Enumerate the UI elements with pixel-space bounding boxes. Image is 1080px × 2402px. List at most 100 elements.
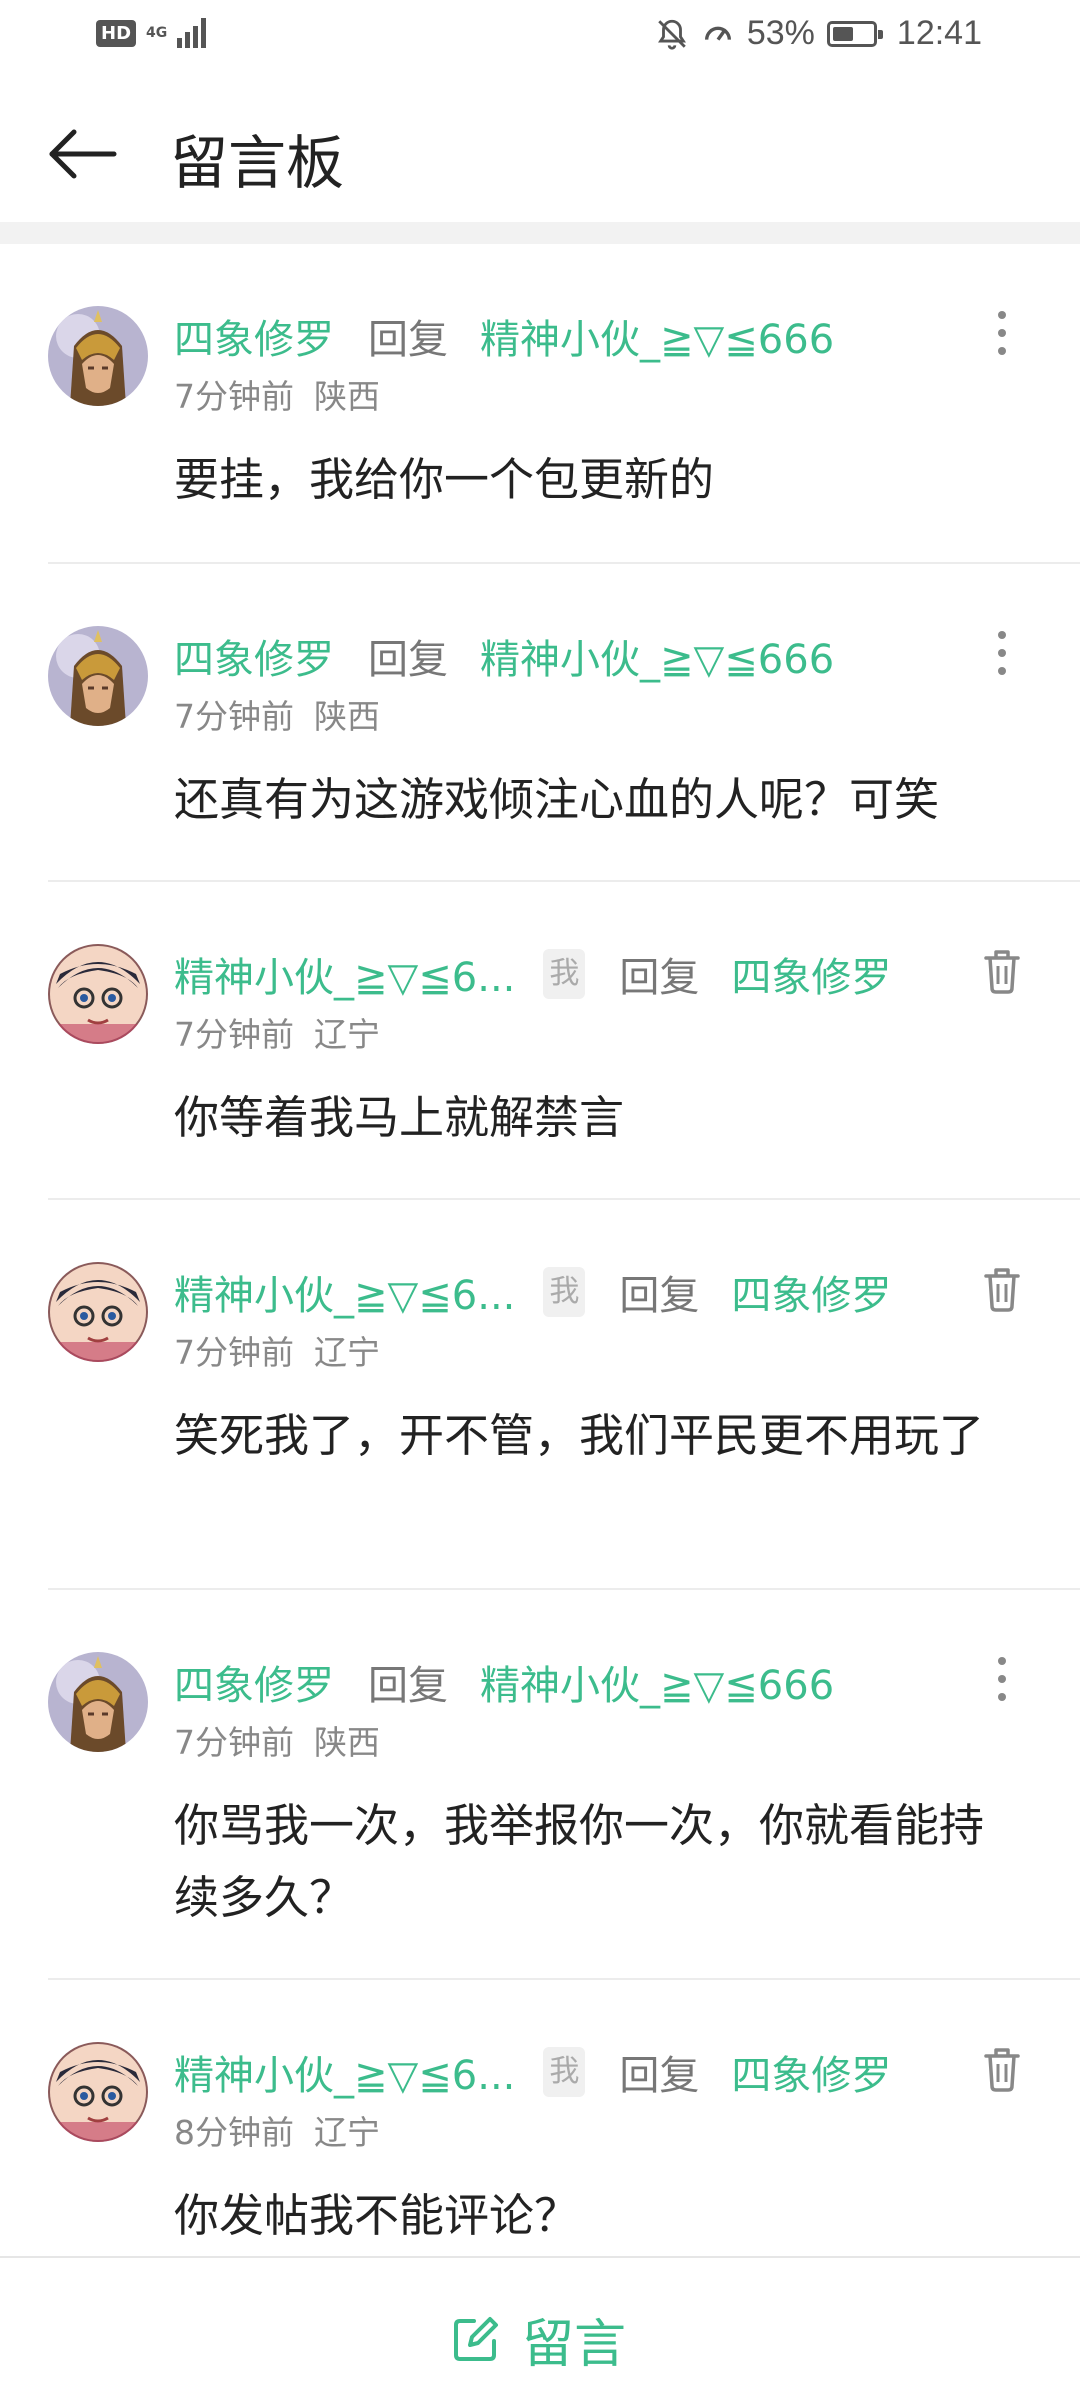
comment-region: 辽宁: [314, 2113, 380, 2152]
me-badge: 我: [543, 1267, 586, 1317]
author-name[interactable]: 精神小伙_≧▽≦6...: [174, 2043, 515, 2101]
reply-target-name[interactable]: 精神小伙_≧▽≦666: [480, 627, 834, 685]
comment-region: 辽宁: [314, 1015, 380, 1054]
edit-icon: [454, 2316, 498, 2361]
battery-icon: [826, 20, 883, 47]
comment-region: 辽宁: [314, 1333, 380, 1372]
battery-percent: 53%: [746, 14, 815, 52]
reply-target-name[interactable]: 四象修罗: [731, 1263, 891, 1321]
status-bar: HD 4G 53% 12:41: [0, 0, 1080, 78]
signal-icon: [177, 18, 207, 48]
reply-label: 回复: [368, 637, 448, 683]
comment-header: 四象修罗 回复 精神小伙_≧▽≦666: [174, 308, 834, 364]
battery-fill: [832, 26, 853, 41]
comment-header: 四象修罗 回复 精神小伙_≧▽≦666: [174, 628, 834, 684]
app-header: 留言板: [0, 78, 1080, 223]
author-name[interactable]: 四象修罗: [174, 307, 334, 365]
reply-label: 回复: [619, 955, 700, 1001]
reply-target-name[interactable]: 精神小伙_≧▽≦666: [480, 1653, 834, 1711]
comment-list: 四象修罗 回复 精神小伙_≧▽≦666 7分钟前陕西 要挂，我给你一个包更新的: [0, 244, 1080, 2280]
more-options-button[interactable]: [972, 1646, 1032, 1716]
delete-button[interactable]: [972, 2036, 1032, 2106]
reply-target-name[interactable]: 四象修罗: [731, 2043, 891, 2101]
more-vertical-icon: [998, 631, 1006, 675]
comment-time: 7分钟前: [174, 377, 294, 416]
avatar-anime-boy-image: [48, 944, 148, 1044]
status-right: 53% 12:41: [655, 14, 982, 53]
delete-button[interactable]: [972, 1256, 1032, 1326]
leave-message-button[interactable]: 留言: [448, 2302, 626, 2377]
avatar-knight-image: [48, 1652, 148, 1752]
avatar[interactable]: [48, 944, 148, 1044]
arrow-left-icon: [49, 129, 117, 179]
avatar[interactable]: [48, 2042, 148, 2142]
more-options-button[interactable]: [972, 620, 1032, 690]
comment-time: 8分钟前: [174, 2113, 294, 2152]
author-name[interactable]: 精神小伙_≧▽≦6...: [174, 1263, 515, 1321]
avatar[interactable]: [48, 1262, 148, 1362]
comment-region: 陕西: [314, 377, 380, 416]
avatar-anime-boy-image: [48, 1262, 148, 1362]
data-saver-icon: [704, 26, 731, 41]
author-name[interactable]: 四象修罗: [174, 627, 334, 685]
comment-item: 四象修罗 回复 精神小伙_≧▽≦666 7分钟前 陕西 你骂我一次，我举报你一次，…: [0, 1590, 1080, 1980]
status-left: HD 4G: [96, 18, 207, 48]
reply-label: 回复: [619, 2053, 700, 2099]
comment-item: 四象修罗 回复 精神小伙_≧▽≦666 7分钟前 陕西 要挂，我给你一个包更新的: [0, 244, 1080, 564]
comment-time: 7分钟前: [174, 1723, 294, 1762]
comment-time: 7分钟前: [174, 1333, 294, 1372]
more-vertical-icon: [998, 1657, 1006, 1701]
page-title: 留言板: [170, 129, 345, 197]
comment-time: 7分钟前: [174, 1015, 294, 1054]
avatar-knight-image: [48, 306, 148, 406]
author-name[interactable]: 精神小伙_≧▽≦6...: [174, 945, 515, 1003]
comment-meta: 7分钟前 辽宁: [174, 1008, 380, 1056]
trash-icon: [984, 2048, 1020, 2092]
delete-button[interactable]: [972, 938, 1032, 1008]
more-options-button[interactable]: [972, 300, 1032, 370]
comment-region: 陕西: [314, 1723, 380, 1762]
comment-text: 还真有为这游戏倾注心血的人呢？可笑: [174, 773, 940, 826]
comment-meta: 8分钟前 辽宁: [174, 2106, 380, 2154]
avatar[interactable]: [48, 306, 148, 406]
clock: 12:41: [896, 14, 982, 52]
back-button[interactable]: [44, 114, 124, 194]
comment-header: 精神小伙_≧▽≦6... 我 回复 四象修罗: [174, 2044, 891, 2100]
comment-text: 要挂，我给你一个包更新的: [174, 453, 715, 506]
reply-label: 回复: [619, 1273, 700, 1319]
reply-label: 回复: [368, 1663, 448, 1709]
comment-time: 7分钟前: [174, 697, 294, 736]
comment-item: 精神小伙_≧▽≦6... 我 回复 四象修罗 7分钟前 辽宁 笑死我了，开不管，我…: [0, 1200, 1080, 1590]
network-label: 4G: [146, 25, 168, 41]
comment-text: 笑死我了，开不管，我们平民更不用玩了: [174, 1409, 985, 1462]
comment-text: 你骂我一次，我举报你一次，你就看能持续多久？: [174, 1799, 985, 1924]
me-badge: 我: [543, 2047, 586, 2097]
header-divider: [0, 222, 1080, 244]
comment-text: 你等着我马上就解禁言: [174, 1091, 625, 1144]
author-name[interactable]: 四象修罗: [174, 1653, 334, 1711]
comment-meta: 7分钟前 陕西: [174, 690, 380, 738]
trash-icon: [984, 1268, 1020, 1312]
avatar-knight-image: [48, 626, 148, 726]
comment-item: 精神小伙_≧▽≦6... 我 回复 四象修罗 7分钟前 辽宁 你等着我马上就解禁言: [0, 882, 1080, 1200]
avatar[interactable]: [48, 1652, 148, 1752]
comment-text: 你发帖我不能评论？: [174, 2189, 580, 2242]
more-vertical-icon: [998, 311, 1006, 355]
bottom-bar: 留言: [0, 2256, 1080, 2402]
comment-meta: 7分钟前 陕西: [174, 370, 380, 418]
mute-bell-icon: [657, 19, 686, 50]
comment-header: 四象修罗 回复 精神小伙_≧▽≦666: [174, 1654, 834, 1710]
avatar-anime-boy-image: [48, 2042, 148, 2142]
comment-meta: 7分钟前 陕西: [174, 1716, 380, 1764]
comment-meta: 7分钟前 辽宁: [174, 1326, 380, 1374]
comment-item: 精神小伙_≧▽≦6... 我 回复 四象修罗 8分钟前 辽宁 你发帖我不能评论？: [0, 1980, 1080, 2280]
hd-badge: HD: [96, 19, 137, 47]
trash-icon: [984, 950, 1020, 994]
comment-region: 陕西: [314, 697, 380, 736]
comment-item: 四象修罗 回复 精神小伙_≧▽≦666 7分钟前 陕西 还真有为这游戏倾注心血的人…: [0, 564, 1080, 882]
leave-message-label: 留言: [522, 2315, 627, 2375]
reply-target-name[interactable]: 四象修罗: [731, 945, 891, 1003]
reply-target-name[interactable]: 精神小伙_≧▽≦666: [480, 307, 834, 365]
avatar[interactable]: [48, 626, 148, 726]
reply-label: 回复: [368, 317, 448, 363]
